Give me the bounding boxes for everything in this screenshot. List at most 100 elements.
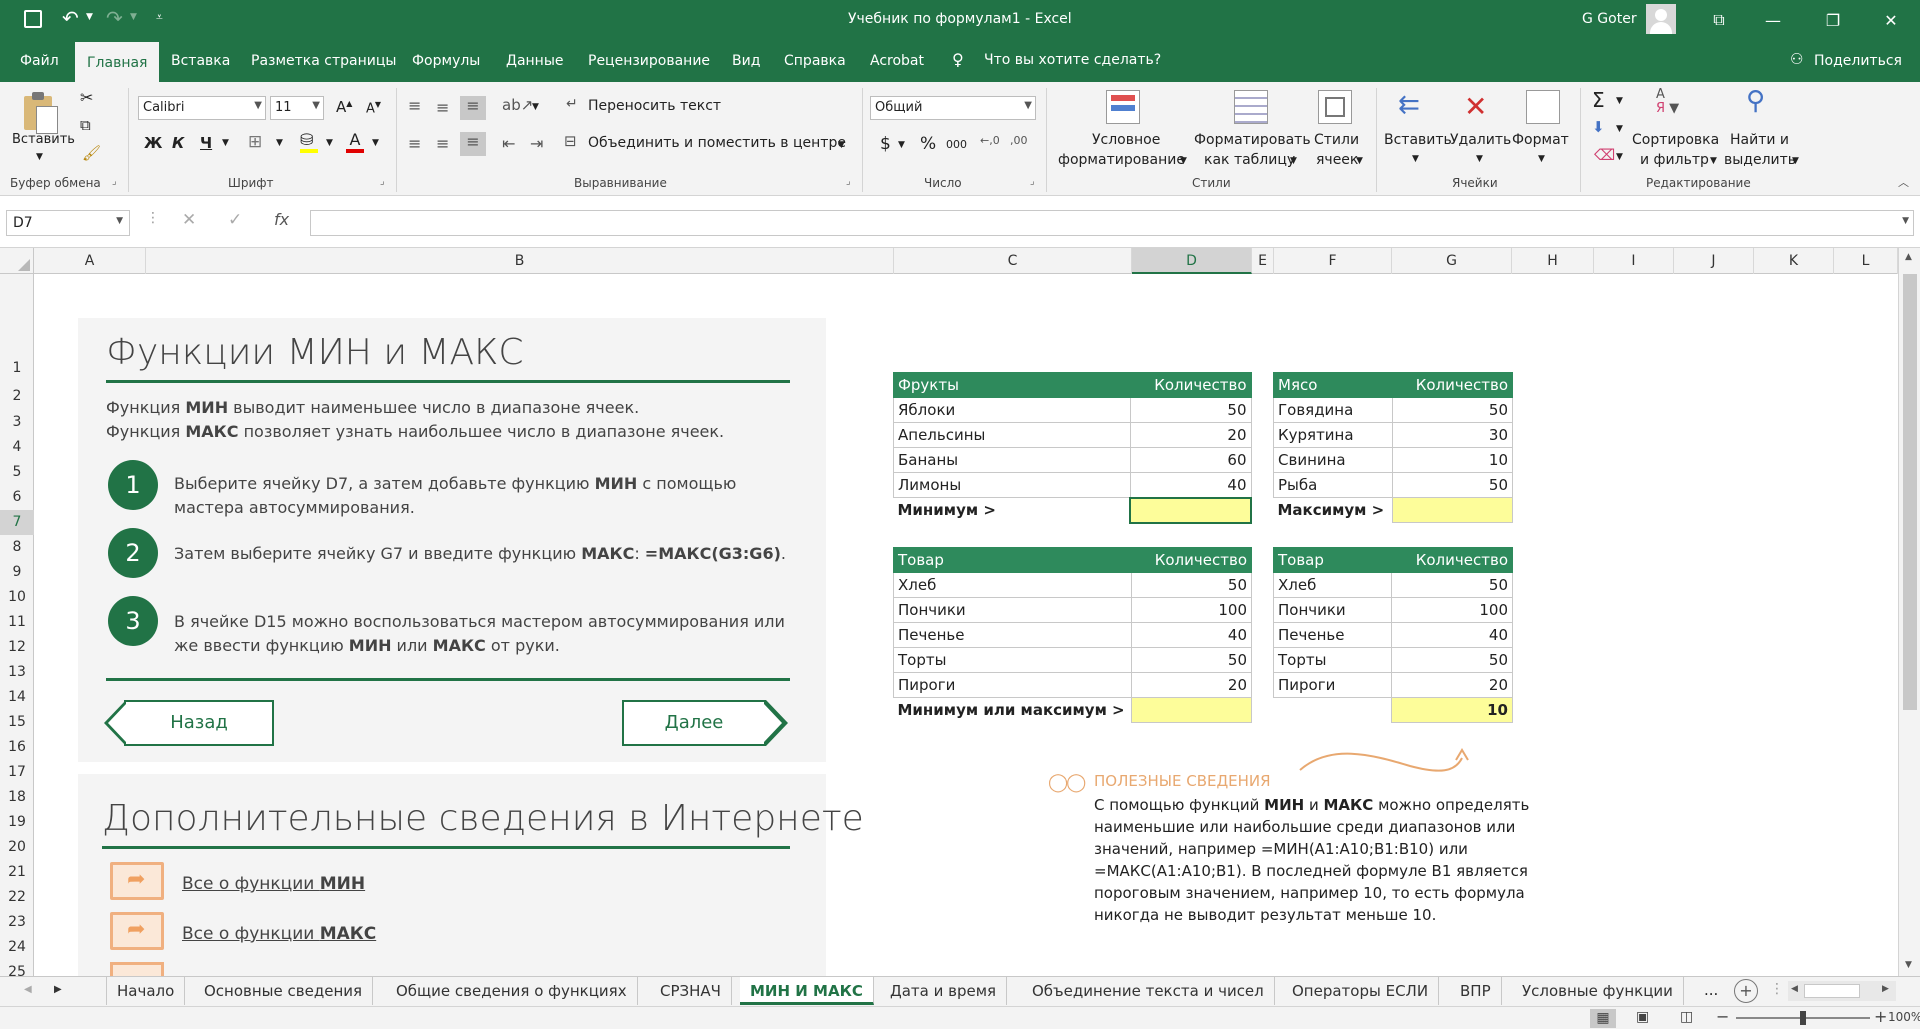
vertical-scrollbar[interactable]: ▲ ▼ [1898, 248, 1920, 976]
alignment-launcher-icon[interactable]: ⌟ [846, 176, 851, 187]
column-header-h[interactable]: H [1512, 248, 1594, 274]
sheet-tab[interactable]: Дата и время [880, 977, 1008, 1005]
scroll-left-icon[interactable]: ◀ [24, 984, 32, 995]
insert-cells-button[interactable]: Вставить [1384, 132, 1452, 148]
merge-dropdown-icon[interactable]: ▼ [838, 140, 845, 150]
restore-icon[interactable]: ❐ [1810, 0, 1856, 40]
add-sheet-icon[interactable]: + [1734, 979, 1758, 1003]
table-cell[interactable]: 50 [1391, 647, 1513, 673]
font-color-icon[interactable]: A [346, 130, 364, 153]
delete-dropdown-icon[interactable]: ▼ [1476, 154, 1483, 164]
zoom-slider-thumb[interactable] [1800, 1011, 1806, 1025]
column-header-l[interactable]: L [1834, 248, 1898, 274]
page-break-view-icon[interactable]: ◫ [1680, 1009, 1693, 1025]
row-header[interactable]: 6 [0, 485, 34, 510]
align-right-icon[interactable]: ≡ [460, 132, 486, 156]
row-header[interactable]: 21 [0, 860, 34, 885]
row-header[interactable]: 9 [0, 560, 34, 585]
column-header-b[interactable]: B [146, 248, 894, 274]
table-cell[interactable]: Говядина [1273, 397, 1393, 423]
footer-label[interactable]: Минимум > [893, 497, 1131, 523]
row-header[interactable]: 18 [0, 785, 34, 810]
more-sheets-button[interactable]: ... [1704, 981, 1718, 999]
table-header-cell[interactable]: Товар [1272, 547, 1393, 573]
conditional-formatting-icon[interactable] [1106, 90, 1140, 124]
sheet-tab[interactable]: Основные сведения [194, 977, 374, 1005]
column-header-k[interactable]: K [1754, 248, 1834, 274]
column-header-i[interactable]: I [1594, 248, 1674, 274]
align-left-icon[interactable]: ≡ [408, 134, 421, 153]
align-top-icon[interactable]: ≡ [408, 96, 421, 115]
cond-format-dropdown-icon[interactable]: ▼ [1180, 156, 1187, 166]
number-launcher-icon[interactable]: ⌟ [1030, 176, 1035, 187]
tab-formulas[interactable]: Формулы [400, 40, 492, 82]
paste-icon[interactable] [20, 90, 62, 138]
sort-filter-button[interactable]: Сортировка [1632, 132, 1719, 148]
find-dropdown-icon[interactable]: ▼ [1792, 156, 1799, 166]
table-header-cell[interactable]: Фрукты [893, 372, 1131, 398]
row-header[interactable]: 15 [0, 710, 34, 735]
italic-button[interactable]: К [172, 134, 184, 152]
scroll-right-icon[interactable]: ▶ [1882, 984, 1889, 994]
avatar[interactable] [1646, 4, 1676, 34]
collapse-ribbon-icon[interactable]: ︿ [1898, 174, 1909, 190]
insert-dropdown-icon[interactable]: ▼ [1412, 154, 1419, 164]
cancel-icon[interactable]: ✕ [182, 210, 196, 230]
borders-dropdown-icon[interactable]: ▼ [276, 138, 283, 148]
undo-icon[interactable]: ↶ [62, 6, 79, 30]
cell-styles-label[interactable]: ячеек [1316, 152, 1358, 168]
column-header-a[interactable]: A [34, 248, 146, 274]
table-cell[interactable]: 100 [1130, 597, 1253, 623]
table-header-cell[interactable]: Количество [1391, 372, 1514, 398]
table-cell[interactable]: Лимоны [893, 472, 1131, 498]
table-cell[interactable]: 50 [1129, 397, 1252, 423]
row-header[interactable]: 7 [0, 510, 34, 535]
cell-g7[interactable] [1391, 497, 1514, 523]
row-header[interactable]: 24 [0, 935, 34, 960]
font-size-combo[interactable]: 11 ▼ [270, 96, 324, 120]
redo-dropdown-icon[interactable]: ▼ [130, 12, 137, 22]
table-cell[interactable]: Печенье [1272, 622, 1393, 648]
share-icon[interactable]: ⚇ [1790, 50, 1803, 68]
tab-page-layout[interactable]: Разметка страницы [239, 40, 408, 82]
scroll-up-icon[interactable]: ▲ [1905, 252, 1912, 262]
format-as-table-label[interactable]: как таблицу [1204, 152, 1295, 168]
row-header[interactable]: 8 [0, 535, 34, 560]
format-as-table-button[interactable]: Форматировать [1194, 132, 1311, 148]
decrease-indent-icon[interactable]: ⇤ [502, 134, 515, 153]
row-header[interactable]: 12 [0, 635, 34, 660]
link-min-function[interactable]: Все о функции МИН [182, 874, 365, 894]
table-cell[interactable]: 40 [1129, 472, 1252, 498]
sheet-tab[interactable]: Общие сведения о функциях [386, 977, 638, 1005]
bold-button[interactable]: Ж [144, 134, 162, 152]
paste-dropdown-icon[interactable]: ▼ [36, 152, 43, 162]
footer-label[interactable]: Максимум > [1273, 497, 1393, 523]
sheet-tab[interactable]: Операторы ЕСЛИ [1282, 977, 1440, 1005]
save-icon[interactable] [24, 10, 42, 28]
decrease-decimal-icon[interactable]: ,00 [1010, 134, 1028, 147]
table-cell[interactable]: Рыба [1273, 472, 1393, 498]
percent-icon[interactable]: % [920, 134, 936, 154]
name-box[interactable]: D7 ▼ [6, 210, 130, 236]
table-cell[interactable]: 50 [1130, 647, 1253, 673]
sort-filter-label[interactable]: и фильтр [1640, 152, 1709, 168]
column-header-g[interactable]: G [1392, 248, 1512, 274]
formula-input[interactable]: ▼ [310, 210, 1914, 236]
tell-me-input[interactable]: Что вы хотите сделать? [984, 52, 1161, 68]
column-header-c[interactable]: C [894, 248, 1132, 274]
increase-decimal-icon[interactable]: ←,0 [980, 134, 1000, 147]
table-cell[interactable]: 50 [1391, 572, 1513, 598]
orientation-icon[interactable]: ab↗ [502, 96, 533, 114]
cell-d7-active[interactable] [1129, 496, 1252, 524]
table-cell[interactable]: 10 [1391, 447, 1514, 473]
sheet-tab-active[interactable]: МИН И МАКС [740, 977, 874, 1005]
table-cell[interactable]: 50 [1130, 572, 1253, 598]
table-cell[interactable]: Апельсины [893, 422, 1131, 448]
zoom-out-icon[interactable]: − [1716, 1007, 1729, 1026]
tab-acrobat[interactable]: Acrobat [858, 40, 936, 82]
increase-indent-icon[interactable]: ⇥ [530, 134, 543, 153]
column-header-j[interactable]: J [1674, 248, 1754, 274]
fill-color-icon[interactable]: ⛁ [300, 130, 318, 153]
normal-view-icon[interactable]: ▦ [1590, 1009, 1616, 1028]
link-max-function[interactable]: Все о функции МАКС [182, 924, 376, 944]
